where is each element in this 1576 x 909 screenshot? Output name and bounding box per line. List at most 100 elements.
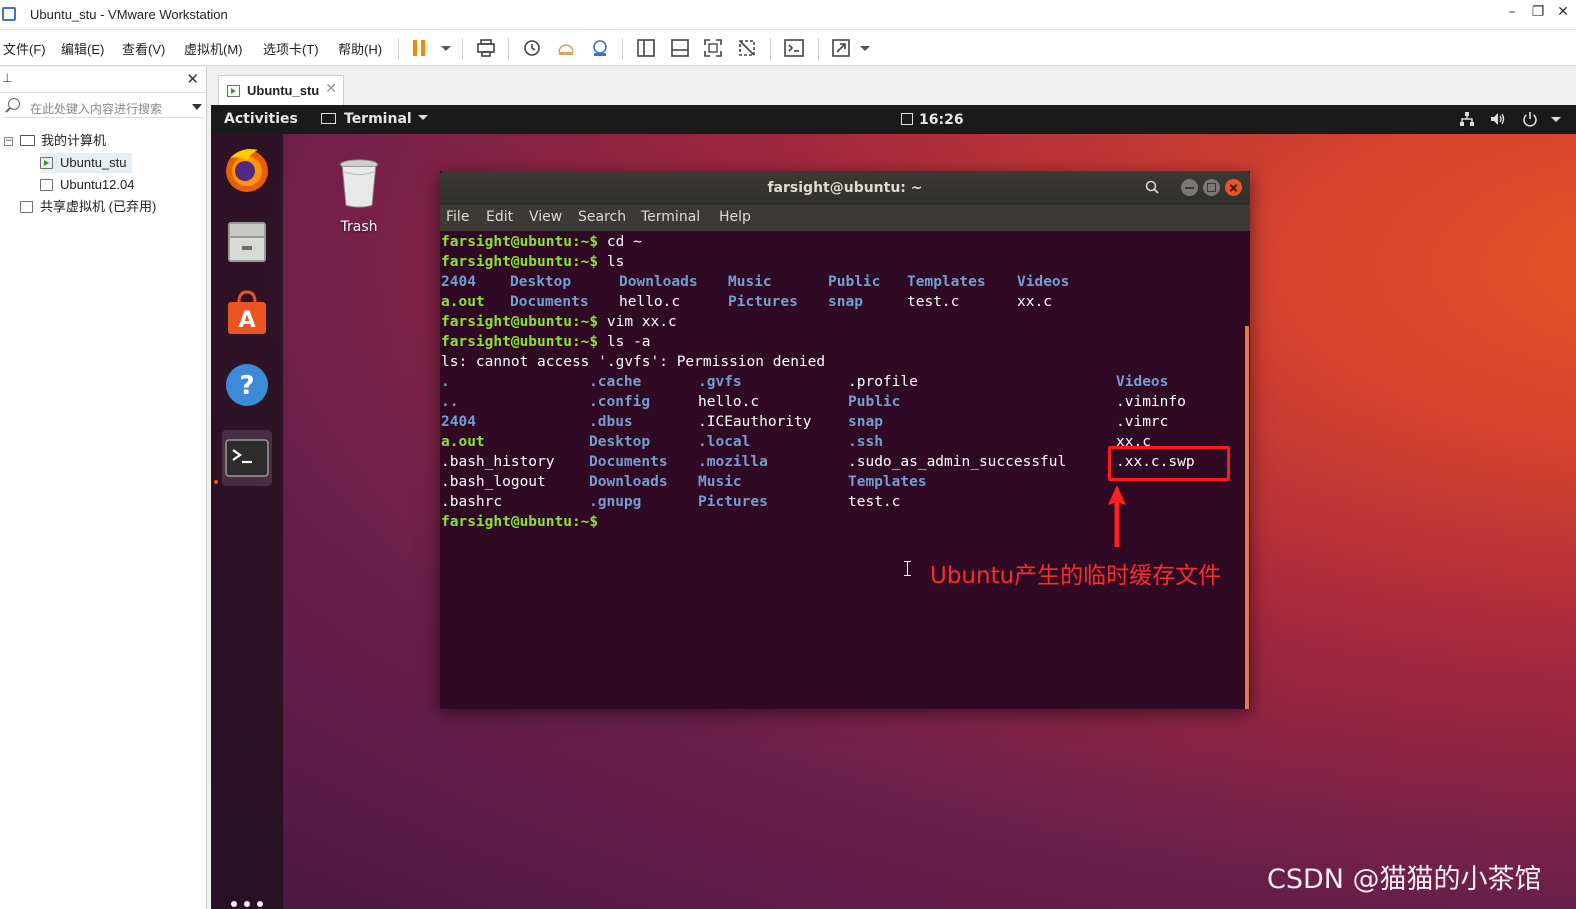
menu-vm[interactable]: 虚拟机(M) [184,39,243,58]
terminal-maximize-button[interactable] [1203,179,1220,196]
power-icon[interactable] [1521,110,1539,128]
terminal-titlebar[interactable]: farsight@ubuntu: ~ [440,171,1250,205]
show-thumbnail-bar-icon[interactable] [668,36,692,60]
close-library-icon[interactable]: ✕ [186,70,199,88]
clock[interactable]: 16:26 [901,112,964,128]
watermark: CSDN @猫猫的小茶馆 [1267,864,1542,895]
console-view-icon[interactable] [782,36,806,60]
close-tab-icon[interactable]: ✕ [325,81,337,97]
terminal-line: farsight@ubuntu:~$ [441,513,598,533]
search-dropdown-icon[interactable] [192,104,202,110]
firefox-icon[interactable] [222,144,272,194]
terminal-line: farsight@ubuntu:~$ ls [441,253,624,273]
tab-ubuntu-stu[interactable]: Ubuntu_stu ✕ [218,75,344,105]
terminal-menu-edit[interactable]: Edit [486,209,513,225]
vm-tab-bar: Ubuntu_stu ✕ [208,67,1576,105]
mouse-ibeam-cursor [904,561,911,576]
full-screen-icon[interactable] [701,36,725,60]
desktop-trash[interactable]: Trash [331,155,387,235]
ls-entry: Downloads [619,274,698,290]
software-center-icon[interactable]: A [222,288,272,338]
network-icon[interactable] [1458,110,1476,128]
guest-screen[interactable]: Activities Terminal 16:26 A ? Trash fars… [211,105,1576,909]
menu-view[interactable]: 查看(V) [122,39,165,58]
tree-item-my-computer[interactable]: 我的计算机 [20,131,106,151]
restore-window-button[interactable]: ❐ [1528,4,1548,20]
ls-a-entry: .bashrc [441,494,503,510]
show-applications-icon[interactable] [231,901,267,909]
power-dropdown-icon[interactable] [434,36,458,60]
menu-tabs[interactable]: 选项卡(T) [263,39,319,58]
terminal-menu-help[interactable]: Help [719,209,751,225]
tree-item-ubuntu1204[interactable]: Ubuntu12.04 [40,175,134,195]
tree-label: 我的计算机 [41,133,107,148]
show-library-icon[interactable] [634,36,658,60]
terminal-app-icon[interactable] [222,430,272,486]
send-ctrl-alt-del-icon[interactable] [474,36,498,60]
terminal-menu-terminal[interactable]: Terminal [641,209,700,225]
ls-a-entry: Music [698,474,742,490]
svg-text:?: ? [239,371,254,401]
command: ls [606,254,625,270]
vm-icon [40,179,53,191]
ls-a-entry: Desktop [589,434,651,450]
close-window-button[interactable]: ✕ [1553,4,1573,20]
snapshot-icon[interactable] [520,36,544,60]
app-menu-label: Terminal [344,111,412,127]
prompt: farsight@ubuntu:~$ [441,514,599,530]
revert-snapshot-icon[interactable] [554,36,578,60]
unity-mode-icon[interactable] [735,36,759,60]
toolbar-separator [508,38,509,60]
error-line: ls: cannot access '.gvfs': Permission de… [441,354,826,370]
library-panel: ⊥ ✕ 在此处键入内容进行搜索 − 我的计算机 Ubuntu_stu Ubunt… [0,67,207,909]
minimize-window-button[interactable]: – [1502,4,1522,20]
command: ls -a [606,334,651,350]
ls-a-entry: hello.c [698,394,760,410]
magnifier-icon[interactable] [1145,180,1159,194]
terminal-icon [321,113,336,124]
files-icon[interactable] [222,216,272,266]
ls-a-entry: test.c [848,494,901,510]
vmware-app-icon [2,7,16,21]
tree-collapse-icon[interactable]: − [4,137,13,146]
search-placeholder: 在此处键入内容进行搜索 [30,102,163,116]
menu-help[interactable]: 帮助(H) [338,39,382,58]
tree-item-shared-vms[interactable]: 共享虚拟机 (已弃用) [20,197,156,217]
stretch-guest-icon[interactable] [829,36,853,60]
app-menu-terminal[interactable]: Terminal [321,111,428,127]
terminal-menu-file[interactable]: File [446,209,469,225]
ls-entry: Pictures [728,294,798,310]
stretch-dropdown-icon[interactable] [853,36,877,60]
search-icon [8,98,20,110]
snapshot-manager-icon[interactable] [588,36,612,60]
trash-label: Trash [340,219,378,235]
running-indicator [214,480,218,484]
terminal-window[interactable]: farsight@ubuntu: ~ File Edit View Search… [440,171,1250,709]
tab-label: Ubuntu_stu [247,83,320,98]
pin-icon[interactable]: ⊥ [2,71,12,85]
terminal-menu-search[interactable]: Search [578,209,626,225]
terminal-scrollbar[interactable] [1245,326,1249,709]
caret-down-icon [417,115,428,120]
toolbar-separator [462,38,463,60]
ls-entry: 2404 [441,274,476,290]
terminal-line: farsight@ubuntu:~$ cd ~ [441,233,642,253]
command: cd ~ [606,234,642,250]
vm-running-icon [40,157,53,169]
library-search-input[interactable]: 在此处键入内容进行搜索 [4,96,204,118]
activities-button[interactable]: Activities [224,111,298,127]
pause-icon[interactable] [408,36,432,60]
ls-a-entry: .local [698,434,751,450]
ls-a-entry: .. [441,394,459,410]
tree-item-ubuntu-stu[interactable]: Ubuntu_stu [40,153,132,173]
terminal-menu-view[interactable]: View [529,209,562,225]
terminal-close-button[interactable] [1225,179,1242,196]
menu-file[interactable]: 文件(F) [3,39,46,58]
system-menu-caret-icon[interactable] [1547,110,1565,128]
volume-icon[interactable] [1489,110,1507,128]
help-icon[interactable]: ? [222,360,272,410]
menu-edit[interactable]: 编辑(E) [61,39,104,58]
terminal-minimize-button[interactable] [1181,179,1198,196]
ls-a-entry: snap [848,414,883,430]
ls-a-entry: .gvfs [698,374,742,390]
